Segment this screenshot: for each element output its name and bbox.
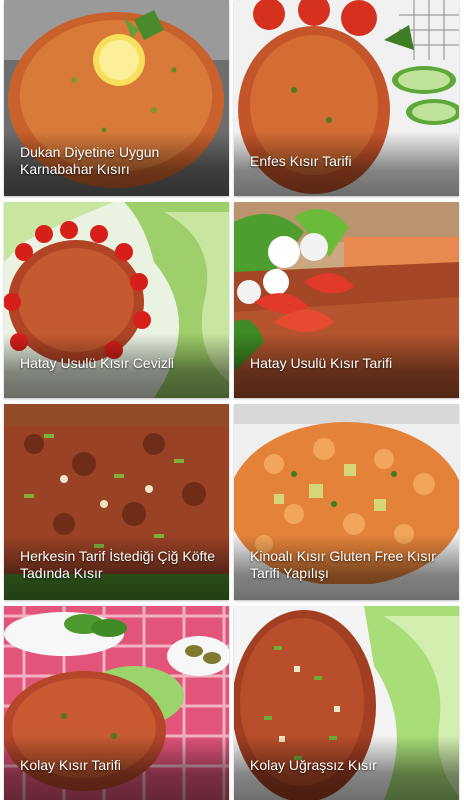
recipe-title: Kinoalı Kısır Gluten Free Kısır Tarifi Y… bbox=[250, 548, 436, 581]
recipe-grid: Dukan Diyetine Uygun Karnabahar Kısırı E… bbox=[0, 0, 464, 800]
recipe-title: Hatay Usulü Kısır Tarifi bbox=[250, 355, 393, 371]
recipe-card[interactable]: Kolay Kısır Tarifi bbox=[4, 606, 229, 800]
recipe-title: Herkesin Tarif İstediği Çiğ Köfte Tadınd… bbox=[20, 548, 216, 581]
recipe-title: Dukan Diyetine Uygun Karnabahar Kısırı bbox=[20, 144, 160, 177]
recipe-title: Enfes Kısır Tarifi bbox=[250, 153, 352, 169]
recipe-card[interactable]: Enfes Kısır Tarifi bbox=[234, 0, 459, 196]
recipe-title: Hatay Usulü Kısır Cevizli bbox=[20, 355, 175, 371]
recipe-card[interactable]: Hatay Usulü Kısır Cevizli bbox=[4, 202, 229, 398]
recipe-card[interactable]: Herkesin Tarif İstediği Çiğ Köfte Tadınd… bbox=[4, 404, 229, 600]
recipe-card[interactable]: Kolay Uğraşsız Kısır bbox=[234, 606, 459, 800]
recipe-title: Kolay Uğraşsız Kısır bbox=[250, 757, 377, 773]
recipe-card[interactable]: Kinoalı Kısır Gluten Free Kısır Tarifi Y… bbox=[234, 404, 459, 600]
recipe-card[interactable]: Hatay Usulü Kısır Tarifi bbox=[234, 202, 459, 398]
recipe-card[interactable]: Dukan Diyetine Uygun Karnabahar Kısırı bbox=[4, 0, 229, 196]
recipe-title: Kolay Kısır Tarifi bbox=[20, 757, 121, 773]
